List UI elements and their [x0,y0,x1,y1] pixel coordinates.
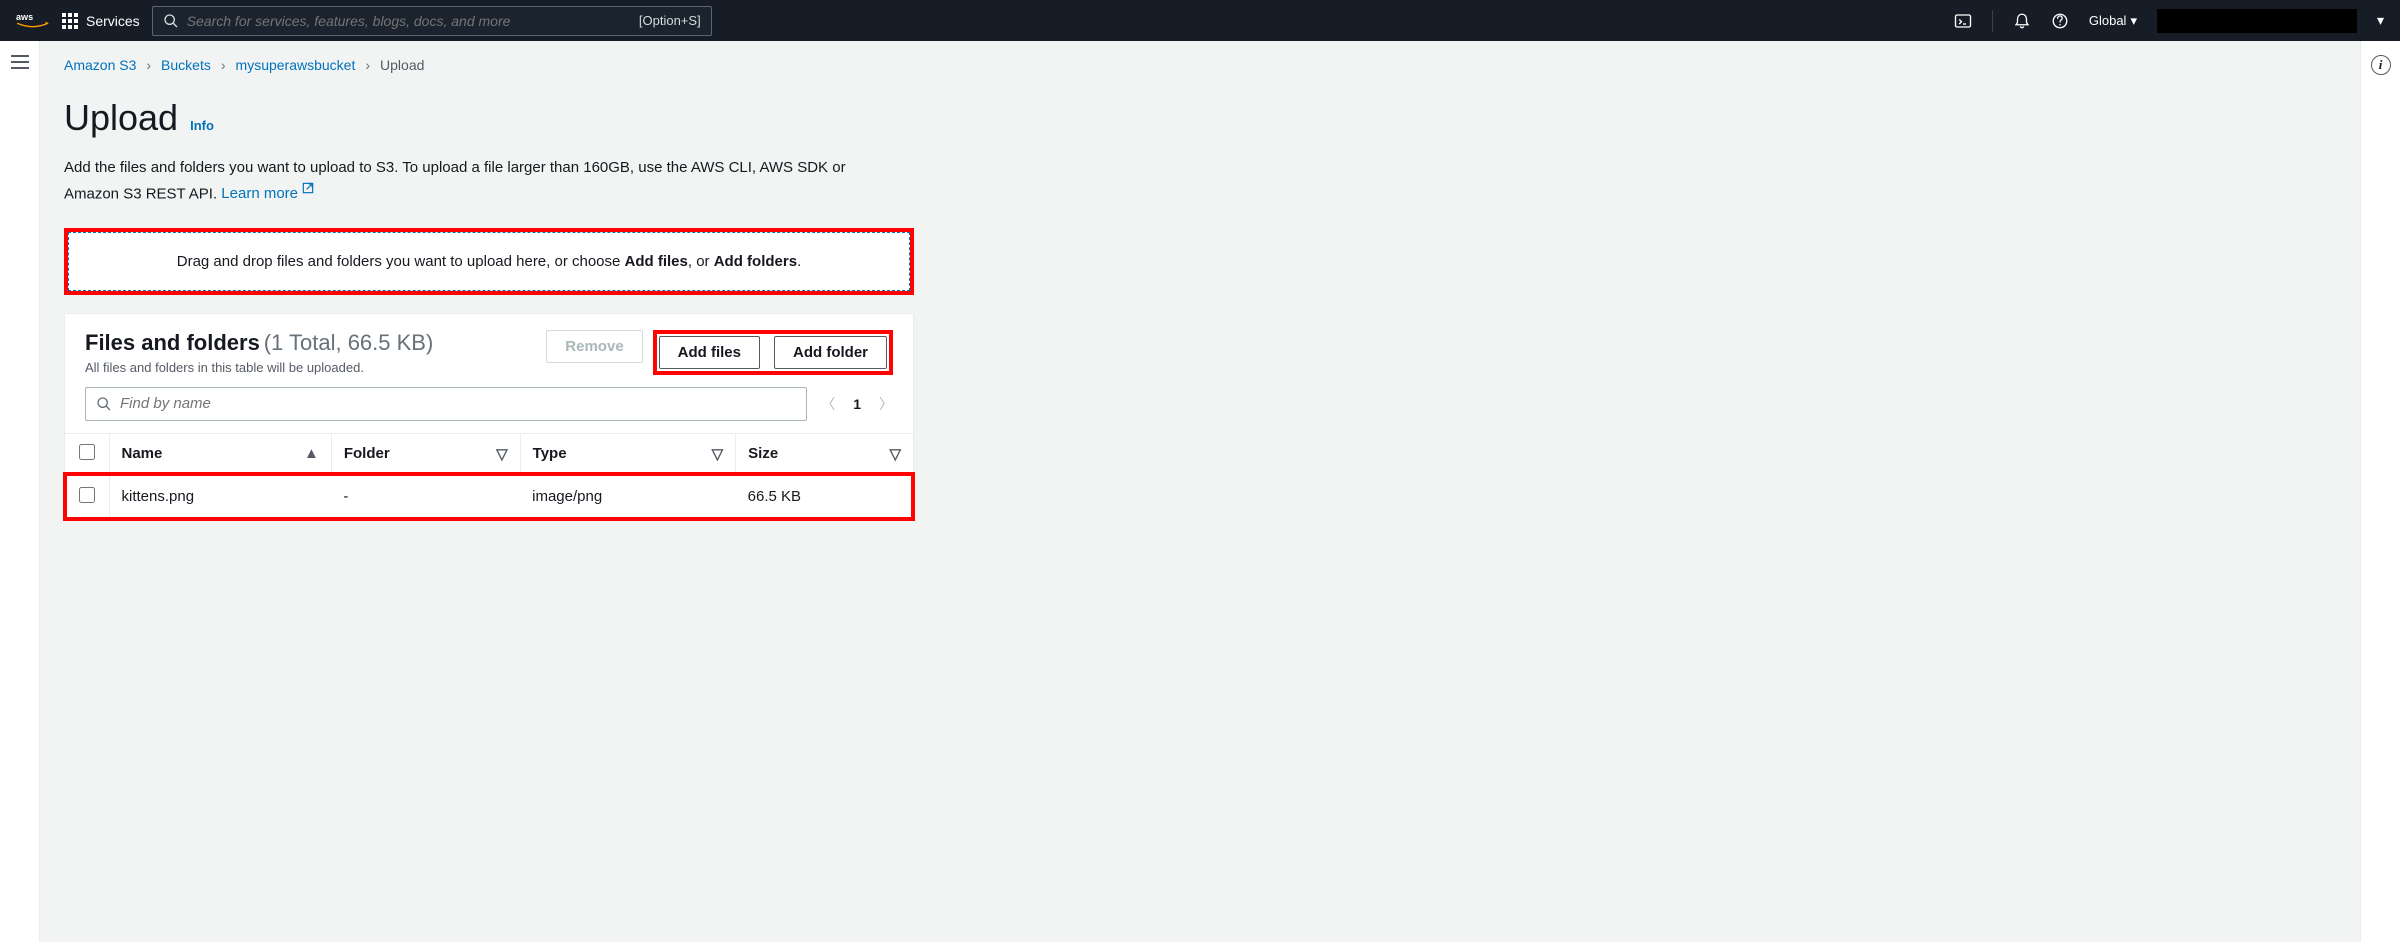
cell-name: kittens.png [109,474,331,519]
select-all-header[interactable] [65,433,109,474]
dropzone[interactable]: Drag and drop files and folders you want… [68,232,910,291]
cell-type: image/png [520,474,736,519]
sort-icon: ▽ [889,445,901,463]
cell-size: 66.5 KB [736,474,913,519]
dropzone-add-folders: Add folders [714,253,797,270]
layout: Amazon S3 › Buckets › mysuperawsbucket ›… [0,41,2400,942]
search-icon [96,396,112,412]
chevron-down-icon: ▾ [2377,12,2384,29]
panel-header: Files and folders (1 Total, 66.5 KB) All… [65,330,913,387]
page-number: 1 [853,396,861,412]
remove-button[interactable]: Remove [546,330,642,363]
grid-icon [62,13,78,29]
panel-actions: Remove Add files Add folder [546,330,893,375]
global-search[interactable]: [Option+S] [152,6,712,36]
sort-asc-icon: ▲ [304,445,319,462]
services-label: Services [86,13,140,29]
panel-meta: (1 Total, 66.5 KB) [264,330,434,355]
col-folder-label: Folder [344,445,390,462]
chevron-right-icon: › [146,57,151,73]
next-page-button[interactable]: 〉 [879,394,893,414]
region-selector[interactable]: Global ▾ [2089,13,2137,29]
info-link[interactable]: Info [190,118,214,133]
filter-row: 〈 1 〉 [65,387,913,433]
svg-text:aws: aws [16,11,33,21]
breadcrumb-bucket[interactable]: mysuperawsbucket [236,57,356,73]
search-shortcut: [Option+S] [639,13,701,28]
desc-text: Add the files and folders you want to up… [64,159,846,202]
external-link-icon [301,180,315,203]
chevron-right-icon: › [221,57,226,73]
divider [1992,10,1993,32]
search-input[interactable] [187,13,631,29]
learn-more-link[interactable]: Learn more [221,185,315,202]
col-name[interactable]: Name ▲ [109,433,331,474]
topnav-right: Global ▾ ▾ [1954,9,2384,33]
main-content: Amazon S3 › Buckets › mysuperawsbucket ›… [40,41,2360,942]
dropzone-suffix: . [797,253,801,270]
pagination: 〈 1 〉 [821,394,893,414]
account-menu[interactable] [2157,9,2357,33]
filter-input-wrap[interactable] [85,387,807,421]
cell-folder: - [331,474,520,519]
notifications-icon[interactable] [2013,12,2031,30]
col-type[interactable]: Type ▽ [520,433,736,474]
col-size[interactable]: Size ▽ [736,433,913,474]
add-buttons-highlight: Add files Add folder [653,330,893,375]
chevron-right-icon: › [365,57,370,73]
page-title: Upload [64,97,178,139]
col-size-label: Size [748,445,778,462]
page-header: Upload Info [64,97,2336,139]
row-checkbox[interactable] [79,487,95,503]
panel-subtitle: All files and folders in this table will… [85,360,546,375]
col-type-label: Type [533,445,567,462]
services-menu[interactable]: Services [62,13,140,29]
info-panel-icon[interactable]: i [2371,55,2391,75]
select-all-checkbox[interactable] [79,444,95,460]
col-name-label: Name [122,445,163,462]
table-row[interactable]: kittens.png - image/png 66.5 KB [65,474,913,519]
page-description: Add the files and folders you want to up… [64,157,894,206]
learn-more-label: Learn more [221,185,298,202]
breadcrumb-s3[interactable]: Amazon S3 [64,57,136,73]
search-icon [163,13,179,29]
aws-logo[interactable]: aws [16,10,50,32]
sort-icon: ▽ [712,445,724,463]
dropzone-mid: , or [688,253,714,270]
chevron-down-icon: ▾ [2130,13,2137,29]
right-sidebar: i [2360,41,2400,942]
add-folder-button[interactable]: Add folder [774,336,887,369]
cloudshell-icon[interactable] [1954,12,1972,30]
breadcrumb-buckets[interactable]: Buckets [161,57,211,73]
dropzone-add-files: Add files [625,253,688,270]
files-panel: Files and folders (1 Total, 66.5 KB) All… [64,313,914,520]
panel-title: Files and folders [85,330,260,355]
col-folder[interactable]: Folder ▽ [331,433,520,474]
prev-page-button[interactable]: 〈 [821,394,835,414]
region-label: Global [2089,13,2127,28]
sort-icon: ▽ [496,445,508,463]
help-icon[interactable] [2051,12,2069,30]
files-table: Name ▲ Folder ▽ Type ▽ Size ▽ kittens.png - … [65,433,913,519]
breadcrumb-current: Upload [380,57,424,73]
filter-input[interactable] [120,395,796,412]
dropzone-text: Drag and drop files and folders you want… [177,253,625,270]
left-sidebar [0,41,40,942]
dropzone-highlight: Drag and drop files and folders you want… [64,228,914,295]
hamburger-icon[interactable] [11,55,29,69]
breadcrumb: Amazon S3 › Buckets › mysuperawsbucket ›… [64,57,2336,73]
add-files-button[interactable]: Add files [659,336,760,369]
top-navbar: aws Services [Option+S] Global ▾ ▾ [0,0,2400,41]
